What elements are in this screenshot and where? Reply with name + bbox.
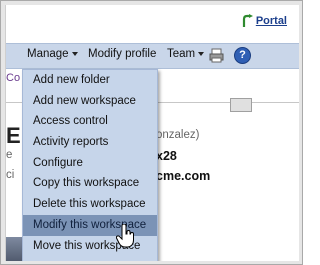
menu-item-delete-workspace[interactable]: Delete this workspace xyxy=(23,194,157,215)
email-fragment: cme.com xyxy=(156,169,211,183)
text-fragment: ci xyxy=(6,169,15,181)
page-area: Portal Manage Modify profile Team ? Co E… xyxy=(5,5,299,261)
menu-item-add-new-workspace[interactable]: Add new workspace xyxy=(23,91,157,112)
hand-cursor-icon xyxy=(116,224,134,248)
portal-link[interactable]: Portal xyxy=(256,15,287,27)
printer-icon[interactable] xyxy=(209,48,224,63)
menu-item-copy-workspace[interactable]: Copy this workspace xyxy=(23,173,157,194)
menu-item-move-workspace[interactable]: Move this workspace xyxy=(23,236,157,257)
chevron-down-icon xyxy=(198,51,205,56)
chevron-down-icon xyxy=(71,51,78,56)
manage-dropdown-menu: Add new folder Add new workspace Access … xyxy=(22,69,158,261)
menu-item-access-control[interactable]: Access control xyxy=(23,111,157,132)
text-fragment: e xyxy=(6,149,13,161)
portal-link-group[interactable]: Portal xyxy=(241,13,287,29)
purple-text-fragment: Co xyxy=(6,72,21,84)
manage-label: Manage xyxy=(27,48,69,60)
note-icon[interactable] xyxy=(230,98,252,112)
menu-item-add-new-folder[interactable]: Add new folder xyxy=(23,70,157,91)
manage-menu-button[interactable]: Manage xyxy=(27,48,78,60)
menu-item-activity-reports[interactable]: Activity reports xyxy=(23,132,157,153)
team-label: Team xyxy=(167,48,196,60)
modify-profile-link[interactable]: Modify profile xyxy=(88,48,156,60)
team-menu-button[interactable]: Team xyxy=(167,48,205,60)
menu-item-modify-workspace[interactable]: Modify this workspace xyxy=(23,214,157,236)
owner-name-fragment: onzalez) xyxy=(156,129,200,141)
menu-item-configure[interactable]: Configure xyxy=(23,153,157,174)
portal-arrow-icon xyxy=(242,14,253,27)
phone-fragment: x28 xyxy=(156,149,177,163)
window-frame: Portal Manage Modify profile Team ? Co E… xyxy=(0,0,303,265)
top-navigation-bar: Manage Modify profile Team ? xyxy=(6,43,299,69)
workspace-title-fragment: E xyxy=(6,123,21,148)
help-icon[interactable]: ? xyxy=(234,47,251,64)
